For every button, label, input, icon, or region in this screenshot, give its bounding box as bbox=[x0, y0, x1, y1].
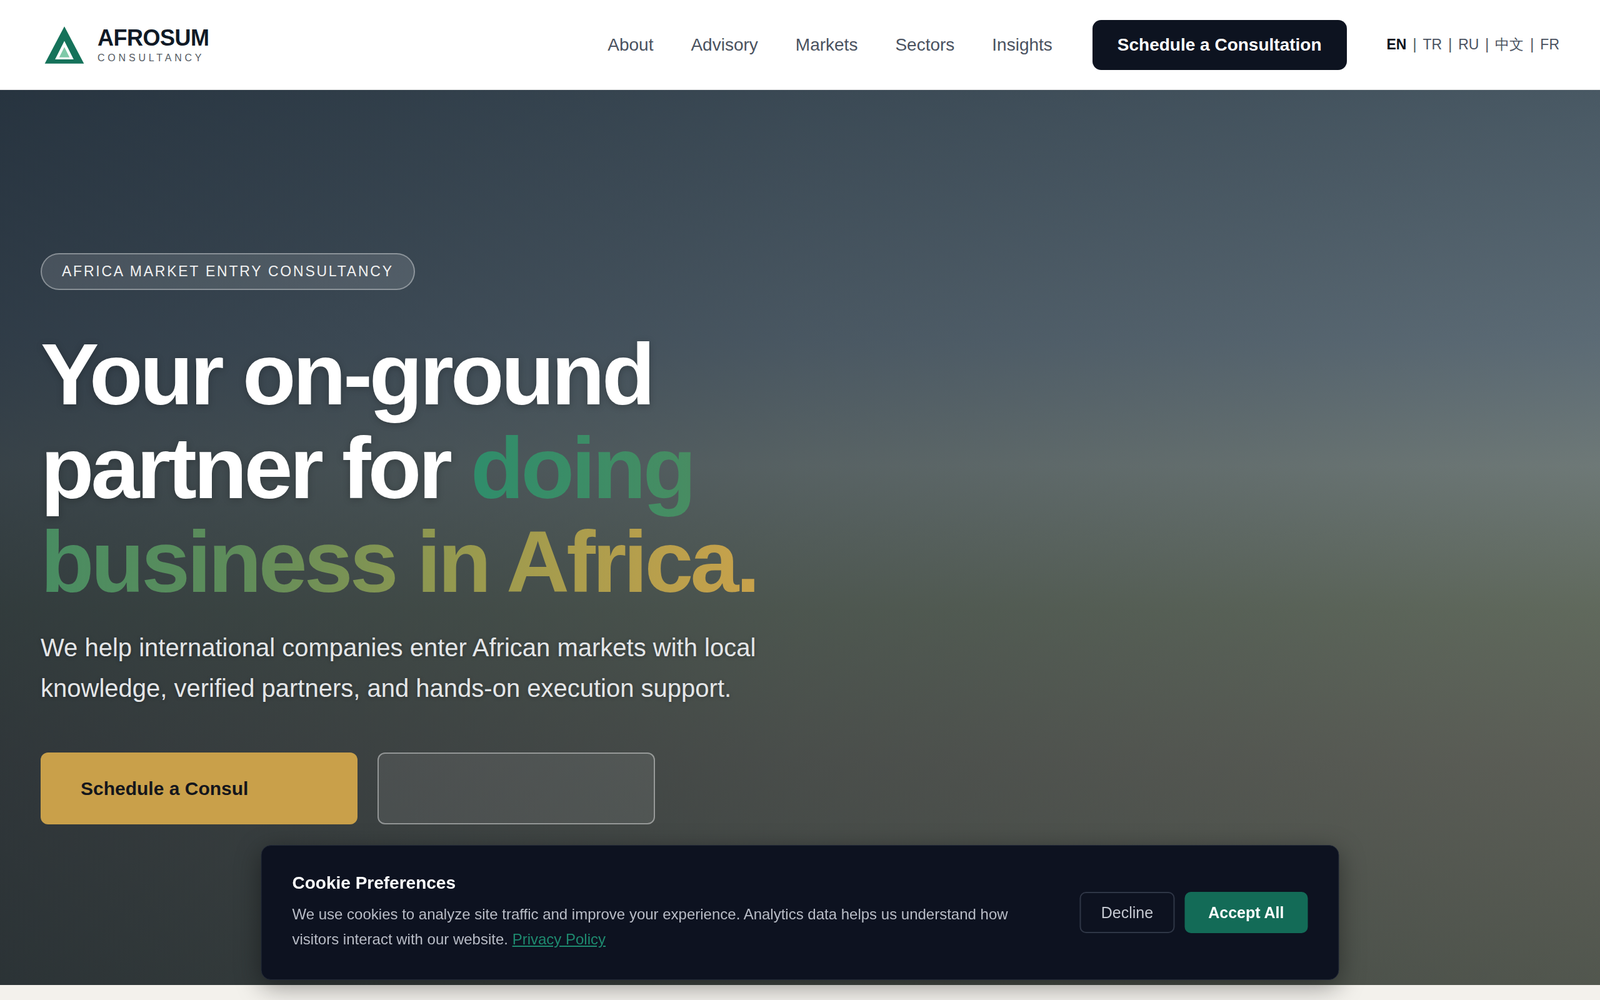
logo-text: AFROSUMCONSULTANCY bbox=[97, 25, 210, 65]
header: AFROSUMCONSULTANCY About Advisory Markets Se… bbox=[0, 0, 1600, 90]
nav-item[interactable]: Advisory bbox=[690, 35, 758, 55]
cookie-banner: Cookie Preferences We use cookies to anal… bbox=[261, 845, 1340, 980]
language-option[interactable]: FR bbox=[1540, 36, 1560, 54]
language-separator: | bbox=[1412, 36, 1417, 54]
hero-subtitle: We help international companies enter Af… bbox=[40, 627, 797, 709]
language-separator: | bbox=[1485, 36, 1489, 54]
cookie-title: Cookie Preferences bbox=[292, 873, 1058, 894]
page: AFROSUMCONSULTANCY About Advisory Markets Se… bbox=[0, 0, 1600, 1000]
header-right: About Advisory Markets Sectors Insights Sched… bbox=[607, 20, 1560, 70]
language-option[interactable]: TR bbox=[1422, 36, 1442, 54]
hero-secondary-button[interactable] bbox=[377, 752, 655, 825]
page-bottom-strip bbox=[0, 985, 1600, 1000]
cookie-actions: DeclineAccept All bbox=[1080, 891, 1309, 934]
triangle-logo-icon bbox=[43, 24, 85, 66]
nav-item[interactable]: About bbox=[607, 35, 654, 55]
logo-name: AFROSUM bbox=[97, 25, 210, 51]
accept-all-button[interactable]: Accept All bbox=[1184, 891, 1308, 934]
language-option[interactable]: EN bbox=[1386, 36, 1407, 54]
language-separator: | bbox=[1448, 36, 1452, 54]
cookie-body: Cookie Preferences We use cookies to anal… bbox=[292, 873, 1058, 952]
privacy-policy-link[interactable]: Privacy Policy bbox=[512, 930, 606, 948]
language-separator: | bbox=[1530, 36, 1534, 54]
schedule-consultation-button[interactable]: Schedule a Consultation bbox=[1092, 20, 1347, 70]
nav-item[interactable]: Sectors bbox=[895, 35, 955, 55]
cookie-text: We use cookies to analyze site traffic a… bbox=[292, 901, 1058, 952]
language-switcher: EN | TR | RU | 中文 | FR bbox=[1386, 35, 1560, 55]
hero-buttons: Schedule a Consul bbox=[40, 752, 655, 825]
nav-item[interactable]: Markets bbox=[795, 35, 859, 55]
hero-content: AFRICA MARKET ENTRY CONSULTANCY Your on-g… bbox=[0, 90, 1600, 825]
hero-badge: AFRICA MARKET ENTRY CONSULTANCY bbox=[40, 253, 415, 290]
main-nav: About Advisory Markets Sectors Insights bbox=[607, 35, 1053, 55]
logo[interactable]: AFROSUMCONSULTANCY bbox=[43, 24, 210, 66]
language-option[interactable]: RU bbox=[1458, 36, 1479, 54]
logo-tagline: CONSULTANCY bbox=[97, 52, 210, 64]
decline-button[interactable]: Decline bbox=[1080, 891, 1175, 934]
hero-primary-button[interactable]: Schedule a Consul bbox=[40, 752, 358, 825]
language-option[interactable]: 中文 bbox=[1495, 35, 1524, 55]
hero-headline: Your on-ground partner for doing busines… bbox=[40, 327, 929, 609]
nav-item[interactable]: Insights bbox=[991, 35, 1053, 55]
